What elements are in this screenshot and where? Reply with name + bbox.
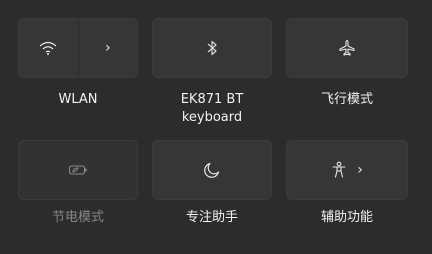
battery-saver-icon (68, 163, 88, 177)
wlan-expand-button[interactable]: › (79, 19, 138, 77)
airplane-mode-tile[interactable] (286, 18, 408, 78)
battery-saver-label: 节电模式 (51, 210, 104, 225)
quick-settings-panel: › WLAN EK871 BT keyboard 飞行模式 节电模式 专注助手 … (0, 0, 432, 254)
accessibility-tile[interactable]: › (286, 140, 408, 200)
bluetooth-icon (206, 40, 218, 56)
wlan-toggle-button[interactable] (19, 19, 78, 77)
chevron-right-icon: › (104, 40, 111, 56)
airplane-mode-label: 飞行模式 (320, 92, 373, 107)
accessibility-label: 辅助功能 (320, 210, 373, 225)
wlan-label: WLAN (58, 92, 98, 107)
focus-assist-tile[interactable] (152, 140, 272, 200)
bluetooth-label-line1: EK871 BT (180, 92, 244, 107)
moon-icon (204, 162, 220, 178)
bluetooth-label-line2: keyboard (181, 110, 243, 125)
wlan-tile: › (18, 18, 138, 78)
battery-saver-tile[interactable] (18, 140, 138, 200)
focus-assist-label: 专注助手 (185, 210, 238, 225)
chevron-right-icon: › (357, 162, 363, 178)
wifi-icon (38, 40, 58, 56)
accessibility-icon (331, 161, 347, 179)
bluetooth-tile[interactable] (152, 18, 272, 78)
airplane-icon (338, 39, 356, 57)
bluetooth-label: EK871 BT keyboard (152, 91, 272, 127)
